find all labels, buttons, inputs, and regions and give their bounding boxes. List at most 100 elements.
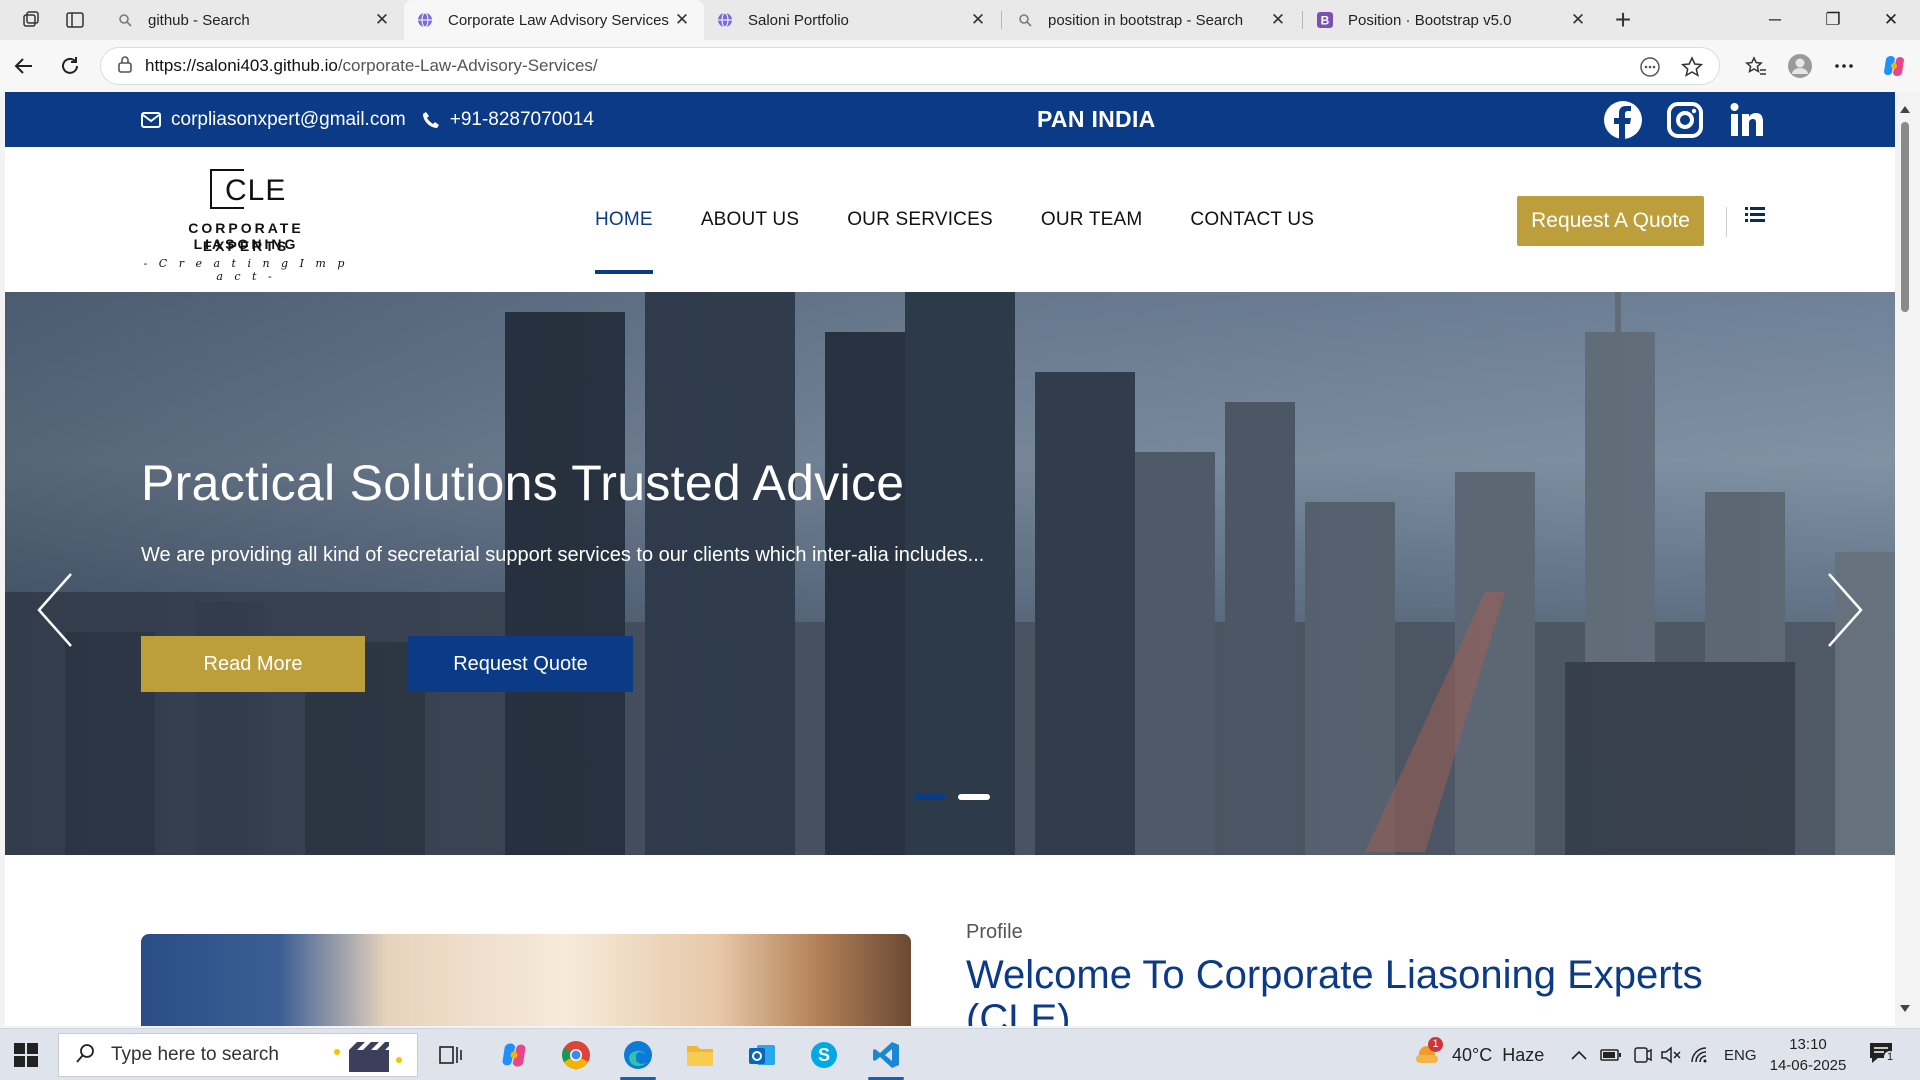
tab-title: Position · Bootstrap v5.0	[1348, 11, 1512, 29]
favorites-icon[interactable]	[1740, 50, 1772, 82]
about-section: Profile Welcome To Corporate Liasoning E…	[5, 855, 1895, 1026]
globe-icon	[416, 11, 434, 29]
nav-item-about-us[interactable]: ABOUT US	[701, 147, 799, 292]
contact-topbar: corpliasonxpert@gmail.com +91-8287070014…	[5, 92, 1895, 147]
tab-position-bootstrap-docs[interactable]: B Position · Bootstrap v5.0 ✕	[1304, 0, 1600, 40]
edge-icon[interactable]	[612, 1035, 664, 1080]
nav-item-home[interactable]: HOME	[595, 147, 653, 292]
workspaces-icon[interactable]	[16, 6, 46, 34]
weather-text: 40°C Haze	[1452, 1044, 1545, 1065]
tab-position-bootstrap-search[interactable]: position in bootstrap - Search ✕	[1004, 0, 1300, 40]
section-kicker: Profile	[966, 921, 1023, 943]
contact-phone[interactable]: +91-8287070014	[450, 109, 594, 131]
main-navbar: CLE CORPORATE LIASONING EXPERTS - C r e …	[5, 147, 1895, 292]
lock-icon[interactable]	[117, 55, 133, 78]
url-domain: https://saloni403.github.io	[145, 56, 338, 75]
contact-email[interactable]: corpliasonxpert@gmail.com	[171, 109, 406, 131]
close-window-button[interactable]: ✕	[1862, 0, 1920, 40]
list-menu-icon[interactable]	[1743, 204, 1769, 230]
profile-image	[141, 934, 911, 1026]
address-bar[interactable]: https://saloni403.github.io/corporate-La…	[100, 47, 1720, 85]
network-icon[interactable]	[1690, 1029, 1712, 1080]
nav-menu: HOME ABOUT US OUR SERVICES OUR TEAM CONT…	[595, 147, 1362, 292]
profile-avatar-icon[interactable]	[1784, 50, 1816, 82]
chrome-icon[interactable]	[550, 1035, 602, 1075]
more-options-icon[interactable]	[1828, 50, 1860, 82]
notifications-icon[interactable]: 1	[1868, 1029, 1896, 1080]
tab-title: Saloni Portfolio	[748, 11, 849, 29]
outlook-icon[interactable]	[736, 1035, 788, 1075]
reading-mode-icon[interactable]	[1639, 56, 1661, 83]
read-more-button[interactable]: Read More	[141, 636, 365, 692]
carousel-prev-icon[interactable]	[35, 570, 75, 650]
site-logo[interactable]: CLE CORPORATE LIASONING EXPERTS - C r e …	[141, 165, 351, 283]
minimize-button[interactable]: ─	[1746, 0, 1804, 40]
file-explorer-icon[interactable]	[674, 1035, 726, 1075]
nav-item-contact-us[interactable]: CONTACT US	[1190, 147, 1314, 292]
vertical-tabs-icon[interactable]	[60, 6, 90, 34]
notification-count: 1	[1884, 1050, 1896, 1063]
tab-corporate-law[interactable]: Corporate Law Advisory Services | ✕	[404, 0, 704, 40]
envelope-icon	[141, 111, 161, 128]
nav-item-our-team[interactable]: OUR TEAM	[1041, 147, 1143, 292]
favorite-star-icon[interactable]	[1680, 56, 1704, 83]
close-tab-icon[interactable]: ✕	[1568, 10, 1588, 30]
scroll-down-icon[interactable]	[1900, 1005, 1910, 1012]
instagram-icon[interactable]	[1665, 100, 1705, 140]
tab-separator	[1302, 11, 1303, 29]
close-tab-icon[interactable]: ✕	[968, 10, 988, 30]
windows-taskbar: Type here to search S 1 40°C Haze ENG 13…	[0, 1028, 1920, 1080]
copilot-icon[interactable]	[1878, 50, 1910, 82]
skype-icon[interactable]: S	[798, 1035, 850, 1075]
meet-now-icon[interactable]	[1632, 1029, 1652, 1080]
task-view-icon[interactable]	[424, 1035, 476, 1075]
linkedin-icon[interactable]	[1727, 100, 1767, 140]
facebook-icon[interactable]	[1603, 100, 1643, 140]
close-tab-icon[interactable]: ✕	[372, 10, 392, 30]
show-hidden-icons[interactable]	[1570, 1029, 1588, 1080]
globe-icon	[716, 11, 734, 29]
browser-toolbar: https://saloni403.github.io/corporate-La…	[0, 40, 1920, 92]
request-quote-hero-button[interactable]: Request Quote	[408, 636, 633, 692]
carousel-indicator-1[interactable]	[914, 794, 946, 800]
tab-separator	[1001, 11, 1002, 29]
social-links	[1603, 100, 1767, 140]
page-scrollbar[interactable]	[1895, 92, 1915, 1026]
search-icon	[75, 1042, 97, 1069]
scrollbar-thumb[interactable]	[1901, 122, 1909, 312]
close-tab-icon[interactable]: ✕	[672, 10, 692, 30]
taskbar-search-box[interactable]: Type here to search	[58, 1033, 418, 1077]
vscode-icon[interactable]	[860, 1035, 912, 1080]
logo-tagline: - C r e a t i n g I m p a c t -	[143, 257, 349, 283]
tab-saloni-portfolio[interactable]: Saloni Portfolio ✕	[704, 0, 1000, 40]
tab-github-search[interactable]: github - Search ✕	[104, 0, 404, 40]
restore-button[interactable]: ❐	[1804, 0, 1862, 40]
contact-info: corpliasonxpert@gmail.com +91-8287070014	[141, 92, 594, 147]
url-path: /corporate-Law-Advisory-Services/	[337, 56, 598, 75]
weather-widget[interactable]: 1 40°C Haze	[1414, 1029, 1544, 1080]
clock[interactable]: 13:10 14-06-2025	[1768, 1034, 1848, 1076]
carousel-indicators	[914, 794, 990, 800]
svg-text:S: S	[818, 1045, 830, 1065]
carousel-indicator-2[interactable]	[958, 794, 990, 800]
language-indicator[interactable]: ENG	[1724, 1029, 1757, 1080]
battery-icon[interactable]	[1600, 1029, 1622, 1080]
refresh-icon[interactable]	[54, 50, 86, 82]
tab-title: Corporate Law Advisory Services |	[448, 11, 672, 29]
weather-icon: 1	[1414, 1036, 1443, 1070]
copilot-app-icon[interactable]	[488, 1035, 540, 1075]
scroll-up-icon[interactable]	[1900, 106, 1910, 113]
windows-start-icon[interactable]	[12, 1041, 40, 1069]
search-highlight-icon	[327, 1040, 407, 1072]
carousel-next-icon[interactable]	[1825, 570, 1865, 650]
back-icon[interactable]	[8, 50, 40, 82]
phone-icon	[422, 111, 440, 129]
url-text: https://saloni403.github.io/corporate-La…	[145, 56, 598, 76]
volume-muted-icon[interactable]	[1660, 1029, 1682, 1080]
request-quote-button[interactable]: Request A Quote	[1517, 196, 1704, 246]
new-tab-button[interactable]: +	[1608, 4, 1638, 36]
close-tab-icon[interactable]: ✕	[1268, 10, 1288, 30]
nav-item-our-services[interactable]: OUR SERVICES	[847, 147, 993, 292]
pan-india-label: PAN INDIA	[1037, 106, 1156, 132]
taskbar-search-placeholder: Type here to search	[111, 1044, 279, 1065]
